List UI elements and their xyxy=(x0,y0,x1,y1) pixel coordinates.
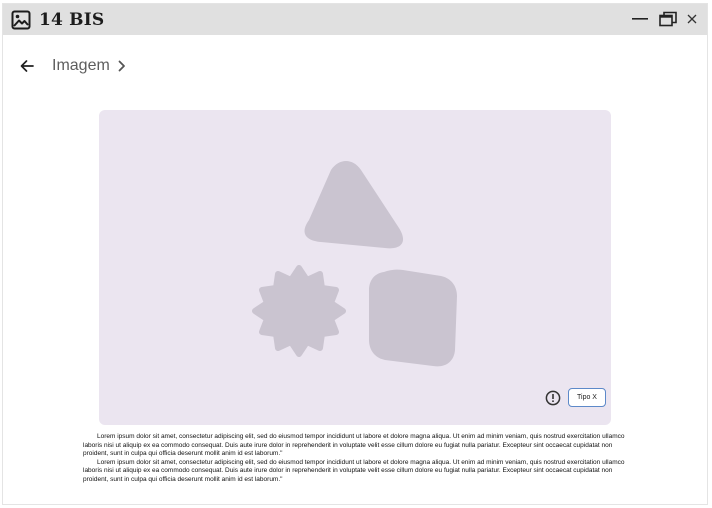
image-caption: Lorem ipsum dolor sit amet, consectetur … xyxy=(83,433,635,484)
chevron-right-icon[interactable] xyxy=(118,59,130,73)
square-shape xyxy=(369,269,457,367)
minimize-button[interactable] xyxy=(631,9,649,29)
close-button[interactable] xyxy=(683,9,701,29)
caption-paragraph: Lorem ipsum dolor sit amet, consectetur … xyxy=(83,458,625,483)
title-bar: 14 BIS xyxy=(3,4,707,35)
minimize-icon xyxy=(632,18,648,20)
restore-icon xyxy=(659,11,677,27)
image-icon xyxy=(11,10,31,30)
burst-shape xyxy=(252,265,346,357)
app-window: 14 BIS Imagem Tipo X Lorem ipsum dolor s… xyxy=(2,3,708,505)
alert-circle-icon[interactable] xyxy=(545,390,561,406)
app-title: 14 BIS xyxy=(39,10,105,30)
caption-paragraph: Lorem ipsum dolor sit amet, consectetur … xyxy=(83,433,625,457)
maximize-button[interactable] xyxy=(657,9,679,29)
breadcrumb: Imagem xyxy=(19,54,130,78)
placeholder-shapes xyxy=(252,161,457,367)
breadcrumb-label[interactable]: Imagem xyxy=(52,57,110,75)
image-placeholder[interactable]: Tipo X xyxy=(99,110,611,425)
type-chip[interactable]: Tipo X xyxy=(568,388,606,407)
arrow-left-icon[interactable] xyxy=(19,57,37,75)
close-icon xyxy=(687,14,697,24)
triangle-shape xyxy=(304,161,404,249)
